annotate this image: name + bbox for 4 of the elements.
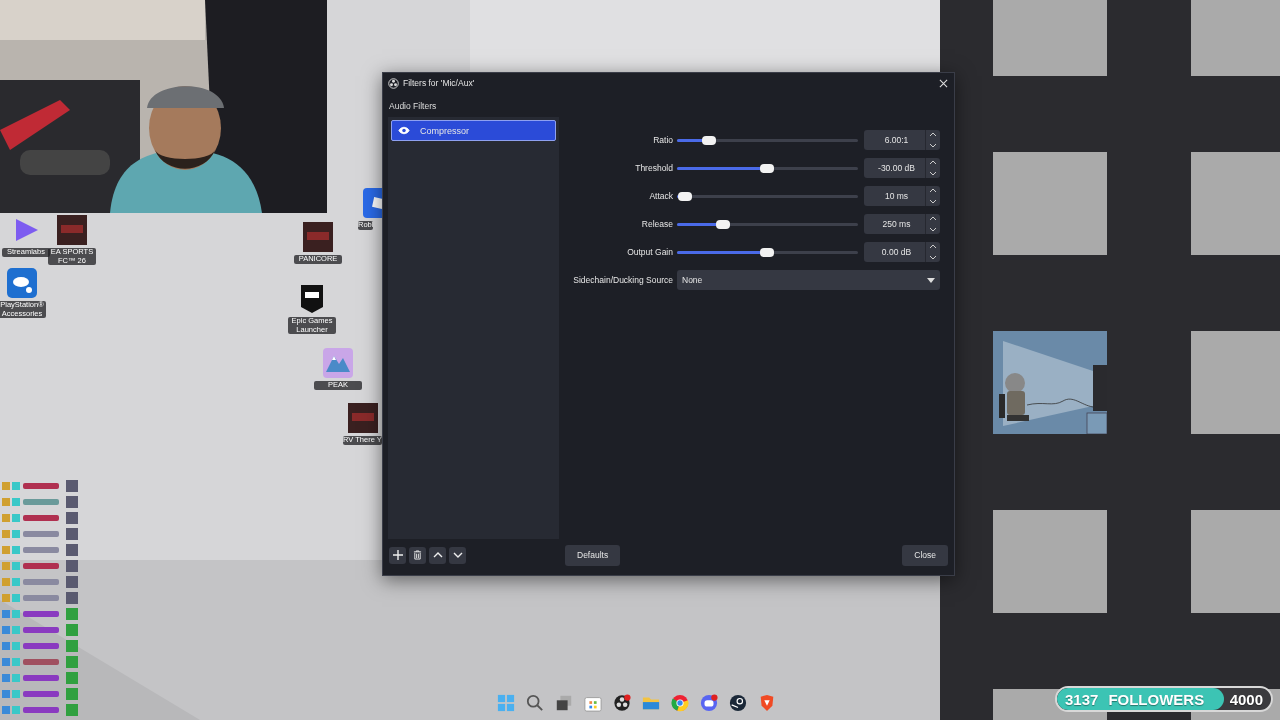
follower-label: FOLLOWERS xyxy=(1108,690,1205,708)
follower-count: 3137 xyxy=(1065,690,1099,708)
close-icon[interactable] xyxy=(939,78,948,88)
follower-goal: 4000 xyxy=(1229,690,1263,708)
